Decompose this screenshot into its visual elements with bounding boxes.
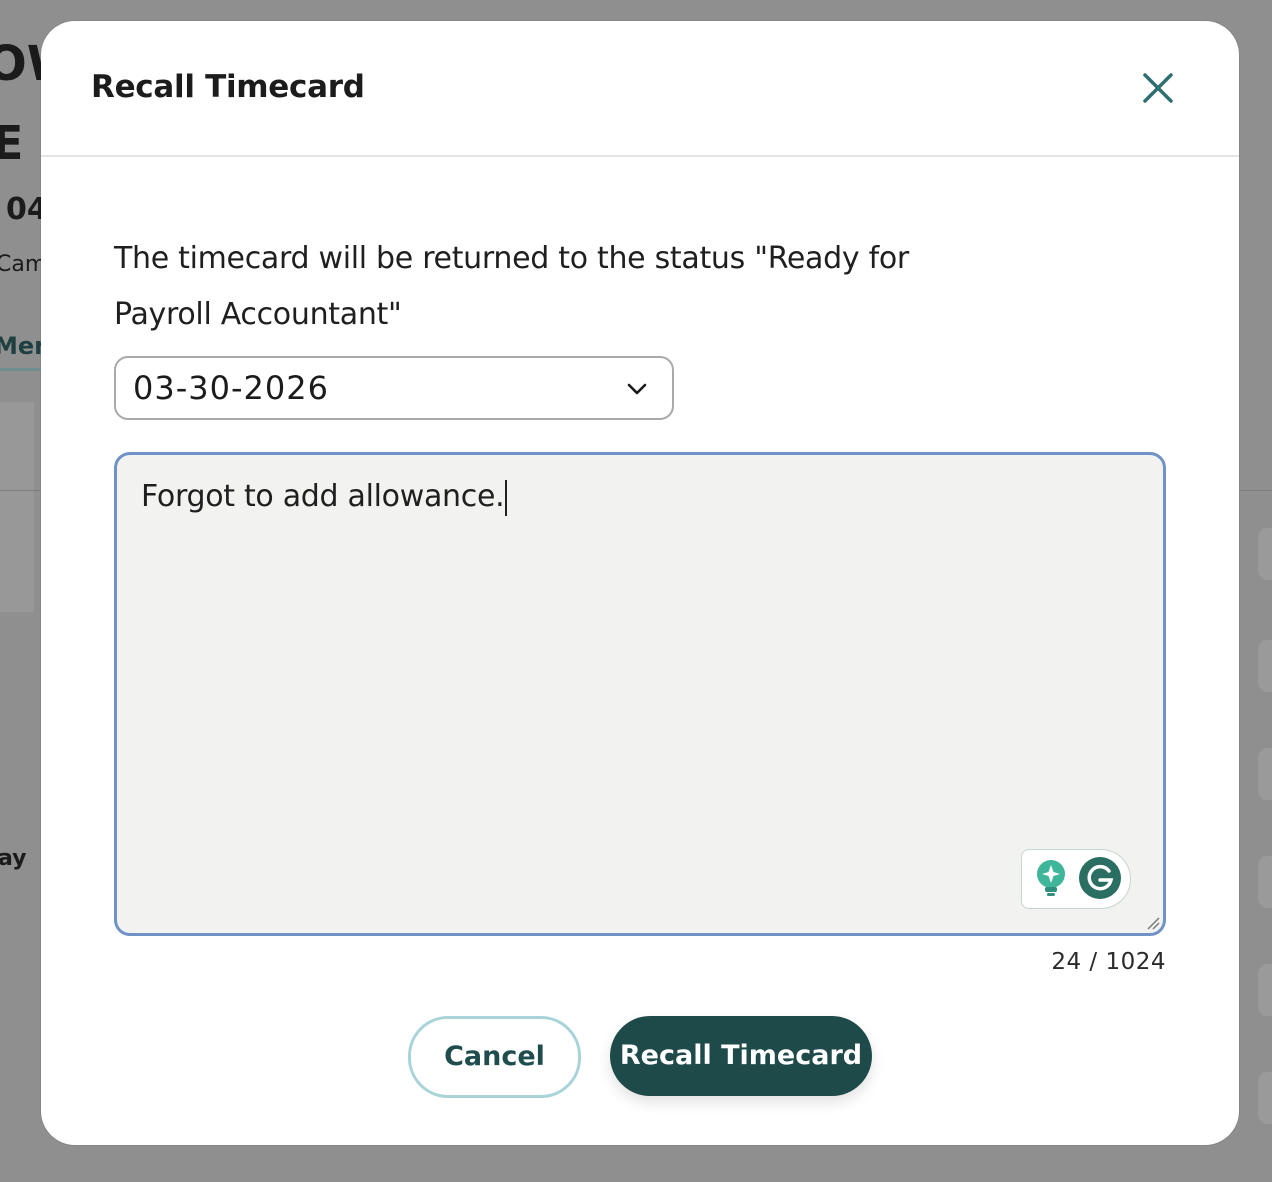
chevron-down-icon — [627, 383, 647, 395]
resize-handle-icon[interactable] — [1145, 915, 1161, 931]
bg-label-fragment: ay — [0, 846, 27, 871]
cancel-button[interactable]: Cancel — [408, 1016, 581, 1098]
recall-timecard-button[interactable]: Recall Timecard — [610, 1016, 872, 1096]
text-caret — [505, 479, 508, 516]
grammarly-icon[interactable] — [1078, 856, 1122, 900]
bg-row-button — [1258, 528, 1272, 580]
dialog-header: Recall Timecard — [41, 21, 1239, 157]
close-button[interactable] — [1137, 67, 1179, 109]
bg-tab-underline — [0, 368, 40, 371]
date-select-value: 03-30-2026 — [133, 369, 329, 407]
grammarly-widget[interactable] — [1021, 849, 1131, 909]
bg-row-button — [1258, 856, 1272, 908]
dialog-message: The timecard will be returned to the sta… — [114, 241, 909, 332]
note-text-wrapper: Forgot to add allowance. — [141, 479, 508, 516]
bg-row-button — [1258, 964, 1272, 1016]
note-textarea[interactable]: Forgot to add allowance. — [114, 452, 1166, 936]
bg-panel — [0, 402, 34, 612]
bg-row-button — [1258, 748, 1272, 800]
date-select[interactable]: 03-30-2026 — [114, 356, 674, 420]
bg-divider — [1238, 490, 1272, 491]
bg-row-button — [1258, 640, 1272, 692]
bg-label-fragment: Cam — [0, 252, 47, 277]
dialog-title: Recall Timecard — [91, 69, 365, 105]
bg-heading-fragment: E — [0, 116, 24, 170]
note-text-value: Forgot to add allowance. — [141, 479, 505, 514]
lightbulb-icon[interactable] — [1034, 858, 1068, 898]
bg-divider — [0, 490, 40, 491]
bg-row-button — [1258, 1072, 1272, 1124]
character-count: 24 / 1024 — [1051, 949, 1166, 975]
recall-timecard-dialog: Recall Timecard The timecard will be ret… — [41, 21, 1239, 1145]
close-icon — [1143, 73, 1173, 103]
